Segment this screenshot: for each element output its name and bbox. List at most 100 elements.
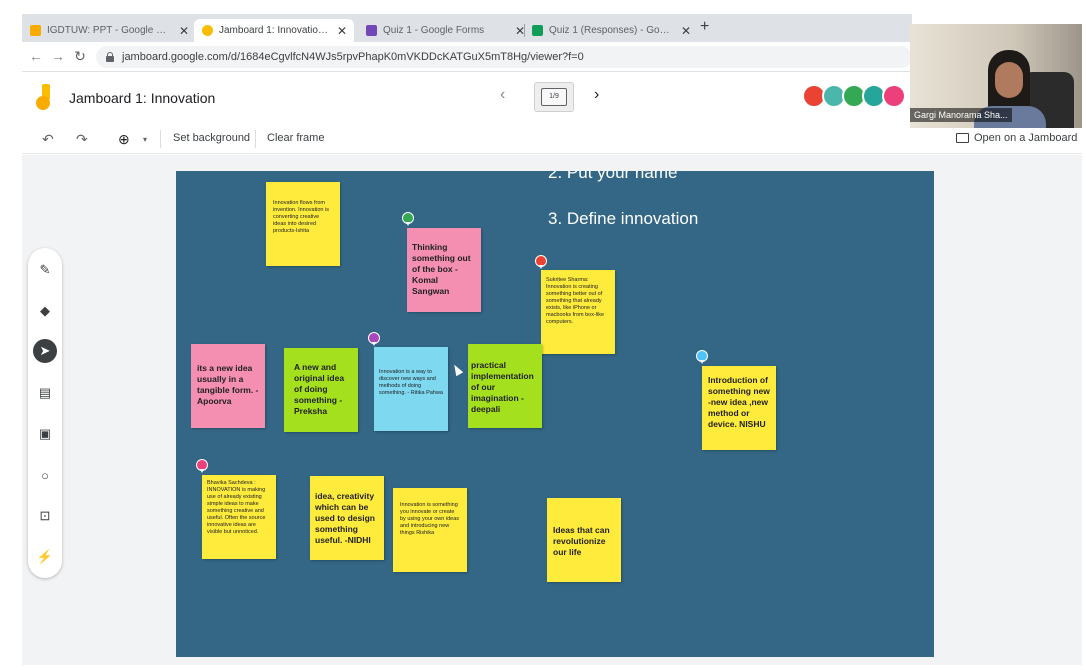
cast-icon xyxy=(956,133,969,143)
chevron-left-icon: ‹ xyxy=(500,86,506,103)
zoom-button[interactable]: ⊕ xyxy=(118,131,130,148)
board-title[interactable]: Jamboard 1: Innovation xyxy=(69,90,215,106)
jamboard-favicon-icon xyxy=(202,25,213,36)
reload-button[interactable]: ↻ xyxy=(72,48,88,65)
canvas-heading: 2. Put your name xyxy=(548,171,678,182)
sticky-note[interactable]: Bhavika Sachdeva : INNOVATION is making … xyxy=(202,475,276,559)
sticky-note-text: its a new idea usually in a tangible for… xyxy=(197,363,259,406)
text-box-icon: ⊡ xyxy=(39,508,51,523)
tab-google-sheets[interactable]: Quiz 1 (Responses) - Google She ✕ xyxy=(532,19,692,42)
collaborator-avatars xyxy=(802,84,906,110)
sticky-note[interactable]: its a new idea usually in a tangible for… xyxy=(191,344,265,428)
collaborator-pointer-icon xyxy=(368,332,380,346)
select-tool-button[interactable]: ➤ xyxy=(33,339,57,363)
sticky-note[interactable]: Introduction of something new -new idea … xyxy=(702,366,776,450)
collaborator-pointer-icon xyxy=(696,350,708,364)
sticky-note-text: Innovation is something you innovate or … xyxy=(400,502,460,536)
close-tab-icon[interactable]: ✕ xyxy=(336,24,348,38)
sticky-note-text: Innovation is a way to discover new ways… xyxy=(379,369,443,396)
url-text: jamboard.google.com/d/1684eCgvlfcN4WJs5r… xyxy=(122,51,584,63)
frame-indicator: 1/9 xyxy=(541,88,567,106)
previous-frame-button[interactable]: ‹ xyxy=(500,86,505,104)
tab-google-forms[interactable]: Quiz 1 - Google Forms ✕ xyxy=(366,19,526,42)
toolbar-separator xyxy=(160,130,161,148)
sticky-note-text: idea, creativity which can be used to de… xyxy=(315,491,375,545)
toolbar-separator xyxy=(255,130,256,148)
text-box-tool-button[interactable]: ⊡ xyxy=(33,504,57,528)
jamboard-canvas[interactable]: 2. Put your name 3. Define innovation In… xyxy=(176,171,934,657)
arrow-right-icon: → xyxy=(51,48,65,64)
sticky-note[interactable]: practical implementation of our imaginat… xyxy=(468,344,542,428)
tab-google-slides[interactable]: IGDTUW: PPT - Google Slides ✕ xyxy=(30,19,190,42)
collaborator-pointer-icon xyxy=(196,459,208,473)
undo-icon: ↶ xyxy=(42,131,54,147)
sticky-note-text: Innovation flows from invention. Innovat… xyxy=(273,200,329,234)
sticky-note[interactable]: Sukritee Sharma: Innovation is creating … xyxy=(541,270,615,354)
tab-title: Quiz 1 - Google Forms xyxy=(383,25,485,36)
forms-favicon-icon xyxy=(366,25,377,36)
sticky-note-text: Ideas that can revolutionize our life xyxy=(553,525,610,557)
tool-palette: ✎ ◆ ➤ ▤ ▣ ○ ⊡ ⚡ xyxy=(28,248,62,578)
undo-button[interactable]: ↶ xyxy=(42,131,54,148)
tab-jamboard[interactable]: Jamboard 1: Innovation - Google ✕ xyxy=(194,19,354,42)
image-icon: ▣ xyxy=(38,426,52,441)
url-field[interactable]: jamboard.google.com/d/1684eCgvlfcN4WJs5r… xyxy=(96,46,912,68)
pen-icon: ✎ xyxy=(39,262,51,277)
redo-button[interactable]: ↷ xyxy=(76,131,88,148)
lock-icon xyxy=(106,52,114,62)
sticky-note-tool-button[interactable]: ▤ xyxy=(33,381,57,405)
collaborator-pointer-icon xyxy=(402,212,414,226)
zoom-dropdown-button[interactable]: ▾ xyxy=(143,135,147,144)
address-bar-row: ← → ↻ jamboard.google.com/d/1684eCgvlfcN… xyxy=(22,42,912,72)
laser-tool-button[interactable]: ⚡ xyxy=(33,545,57,569)
collaborator-avatar[interactable] xyxy=(882,84,906,108)
tab-title: Jamboard 1: Innovation - Google xyxy=(219,25,330,36)
tab-separator xyxy=(524,24,525,37)
tab-title: Quiz 1 (Responses) - Google She xyxy=(549,25,674,36)
browser-tab-strip: IGDTUW: PPT - Google Slides ✕ Jamboard 1… xyxy=(22,14,912,42)
sticky-note-icon: ▤ xyxy=(38,385,52,400)
sticky-note[interactable]: Innovation is a way to discover new ways… xyxy=(374,347,448,431)
next-frame-button[interactable]: › xyxy=(594,86,599,104)
sticky-note-text: Sukritee Sharma: Innovation is creating … xyxy=(546,277,605,325)
set-background-button[interactable]: Set background xyxy=(173,132,250,144)
pen-tool-button[interactable]: ✎ xyxy=(33,258,57,282)
sticky-note[interactable]: Innovation flows from invention. Innovat… xyxy=(266,182,340,266)
redo-icon: ↷ xyxy=(76,131,88,147)
chevron-right-icon: › xyxy=(594,86,600,103)
sticky-note-text: A new and original idea of doing somethi… xyxy=(294,362,345,416)
sticky-note-text: Introduction of something new -new idea … xyxy=(708,375,770,429)
participant-name-label: Gargi Manorama Sha... xyxy=(910,108,1012,122)
sticky-note[interactable]: Innovation is something you innovate or … xyxy=(393,488,467,572)
jamboard-logo-icon[interactable] xyxy=(36,84,52,112)
clear-frame-button[interactable]: Clear frame xyxy=(267,132,324,144)
sticky-note[interactable]: A new and original idea of doing somethi… xyxy=(284,348,358,432)
eraser-icon: ◆ xyxy=(40,303,50,318)
back-button[interactable]: ← xyxy=(28,48,44,64)
close-tab-icon[interactable]: ✕ xyxy=(178,24,190,38)
chevron-down-icon: ▾ xyxy=(143,135,148,144)
sticky-note[interactable]: Ideas that can revolutionize our life xyxy=(547,498,621,582)
sticky-note[interactable]: Thinking something out of the box - Koma… xyxy=(407,228,481,312)
board-toolbar: ↶ ↷ ⊕ ▾ Set background Clear frame Open … xyxy=(22,124,1082,154)
sticky-note-text: Thinking something out of the box - Koma… xyxy=(412,242,471,296)
eraser-tool-button[interactable]: ◆ xyxy=(33,299,57,323)
canvas-heading: 3. Define innovation xyxy=(548,209,699,228)
sticky-note[interactable]: idea, creativity which can be used to de… xyxy=(310,476,384,560)
circle-shape-icon: ○ xyxy=(41,467,49,483)
webcam-overlay: Gargi Manorama Sha... xyxy=(910,24,1082,128)
frame-bar-button[interactable]: 1/9 xyxy=(534,82,574,112)
new-tab-button[interactable]: + xyxy=(700,18,709,36)
screen: IGDTUW: PPT - Google Slides ✕ Jamboard 1… xyxy=(0,0,1086,670)
slides-favicon-icon xyxy=(30,25,41,36)
open-on-jamboard-button[interactable]: Open on a Jamboard xyxy=(956,132,1077,144)
reload-icon: ↻ xyxy=(74,48,86,64)
sheets-favicon-icon xyxy=(532,25,543,36)
tab-title: IGDTUW: PPT - Google Slides xyxy=(47,25,172,36)
collaborator-pointer-icon xyxy=(535,255,547,269)
forward-button[interactable]: → xyxy=(50,48,66,64)
close-tab-icon[interactable]: ✕ xyxy=(680,24,692,38)
shape-tool-button[interactable]: ○ xyxy=(33,463,57,487)
laser-icon: ⚡ xyxy=(36,549,54,564)
image-tool-button[interactable]: ▣ xyxy=(33,422,57,446)
